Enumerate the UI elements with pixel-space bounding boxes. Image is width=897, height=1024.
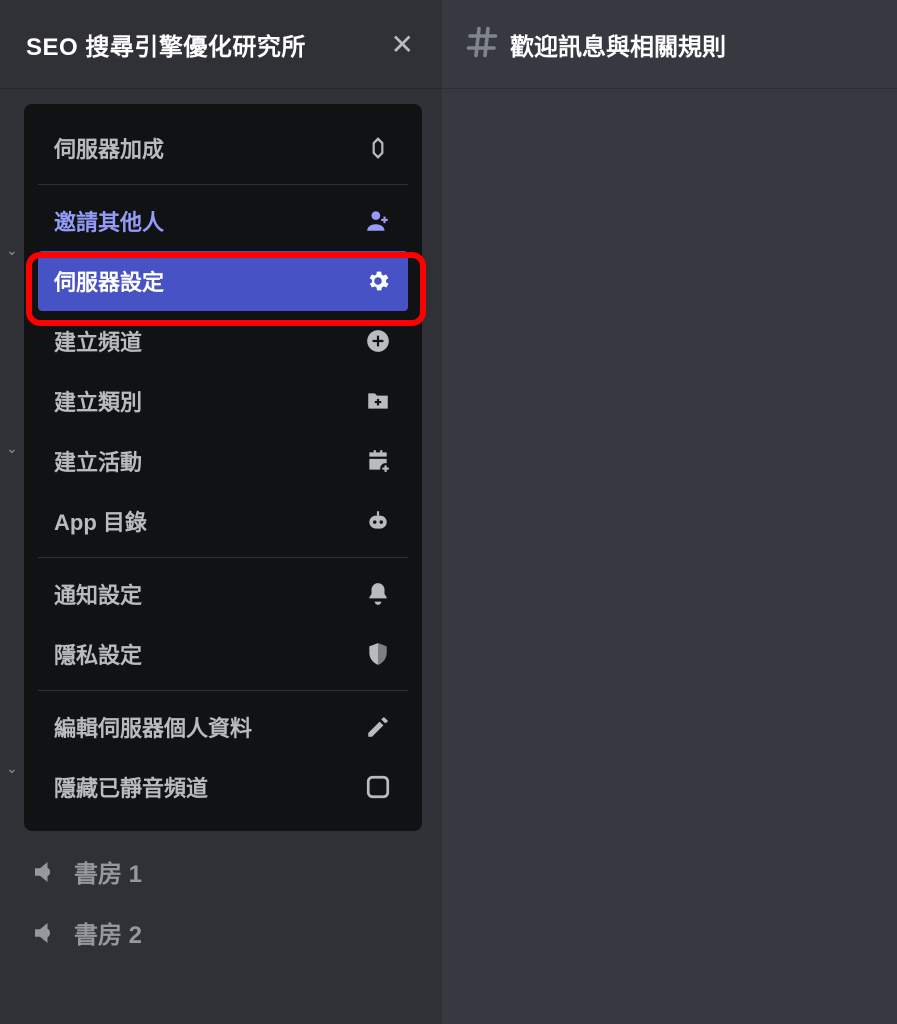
menu-separator — [38, 184, 408, 185]
speaker-icon — [30, 918, 60, 948]
invite-person-plus-icon — [364, 207, 392, 235]
menu-invite-people[interactable]: 邀請其他人 — [38, 191, 408, 251]
gear-icon — [364, 267, 392, 295]
menu-label: 隱私設定 — [54, 638, 142, 670]
voice-channel-list: 書房 1 書房 2 — [30, 854, 142, 950]
menu-label: 編輯伺服器個人資料 — [54, 711, 252, 743]
voice-channel[interactable]: 書房 2 — [30, 915, 142, 950]
menu-label: 邀請其他人 — [54, 205, 164, 237]
voice-channel-name: 書房 2 — [74, 915, 142, 950]
server-header[interactable]: SEO 搜尋引擎優化研究所 ✕ — [0, 0, 442, 88]
hash-icon — [464, 24, 500, 65]
menu-label: 隱藏已靜音頻道 — [54, 771, 208, 803]
calendar-plus-icon — [364, 447, 392, 475]
channel-name: 歡迎訊息與相關規則 — [510, 27, 726, 62]
chevron-down-icon[interactable]: ⌄ — [6, 242, 18, 259]
speaker-icon — [30, 857, 60, 887]
menu-separator — [38, 557, 408, 558]
boost-gem-icon — [364, 134, 392, 162]
menu-create-category[interactable]: 建立類別 — [38, 371, 408, 431]
close-icon[interactable]: ✕ — [391, 28, 414, 61]
menu-create-channel[interactable]: 建立頻道 — [38, 311, 408, 371]
menu-notification-settings[interactable]: 通知設定 — [38, 564, 408, 624]
menu-label: 建立活動 — [54, 445, 142, 477]
menu-label: 建立頻道 — [54, 325, 142, 357]
folder-plus-icon — [364, 387, 392, 415]
chevron-down-icon[interactable]: ⌄ — [6, 440, 18, 457]
menu-hide-muted-channels[interactable]: 隱藏已靜音頻道 — [38, 757, 408, 817]
shield-icon — [364, 640, 392, 668]
checkbox-empty-icon — [364, 773, 392, 801]
server-dropdown-menu: 伺服器加成 邀請其他人 伺服器設定 建立頻道 — [24, 104, 422, 831]
menu-privacy-settings[interactable]: 隱私設定 — [38, 624, 408, 684]
menu-edit-server-profile[interactable]: 編輯伺服器個人資料 — [38, 697, 408, 757]
plus-circle-icon — [364, 327, 392, 355]
main-content: 歡迎訊息與相關規則 — [442, 0, 897, 1024]
menu-app-directory[interactable]: App 目錄 — [38, 491, 408, 551]
menu-label: 建立類別 — [54, 385, 142, 417]
channel-header: 歡迎訊息與相關規則 — [442, 0, 897, 88]
voice-channel[interactable]: 書房 1 — [30, 854, 142, 889]
menu-label: 通知設定 — [54, 578, 142, 610]
menu-label: 伺服器加成 — [54, 132, 164, 164]
menu-label: 伺服器設定 — [54, 265, 164, 297]
menu-server-settings[interactable]: 伺服器設定 — [38, 251, 408, 311]
chevron-down-icon[interactable]: ⌄ — [6, 760, 18, 777]
menu-create-event[interactable]: 建立活動 — [38, 431, 408, 491]
robot-icon — [364, 507, 392, 535]
pencil-icon — [364, 713, 392, 741]
bell-icon — [364, 580, 392, 608]
menu-label: App 目錄 — [54, 505, 147, 537]
voice-channel-name: 書房 1 — [74, 854, 142, 889]
menu-server-boost[interactable]: 伺服器加成 — [38, 118, 408, 178]
sidebar: SEO 搜尋引擎優化研究所 ✕ ⌄ ⌄ ⌄ 伺服器加成 邀請其他人 伺服器設定 — [0, 0, 442, 1024]
menu-separator — [38, 690, 408, 691]
server-name: SEO 搜尋引擎優化研究所 — [26, 27, 306, 62]
